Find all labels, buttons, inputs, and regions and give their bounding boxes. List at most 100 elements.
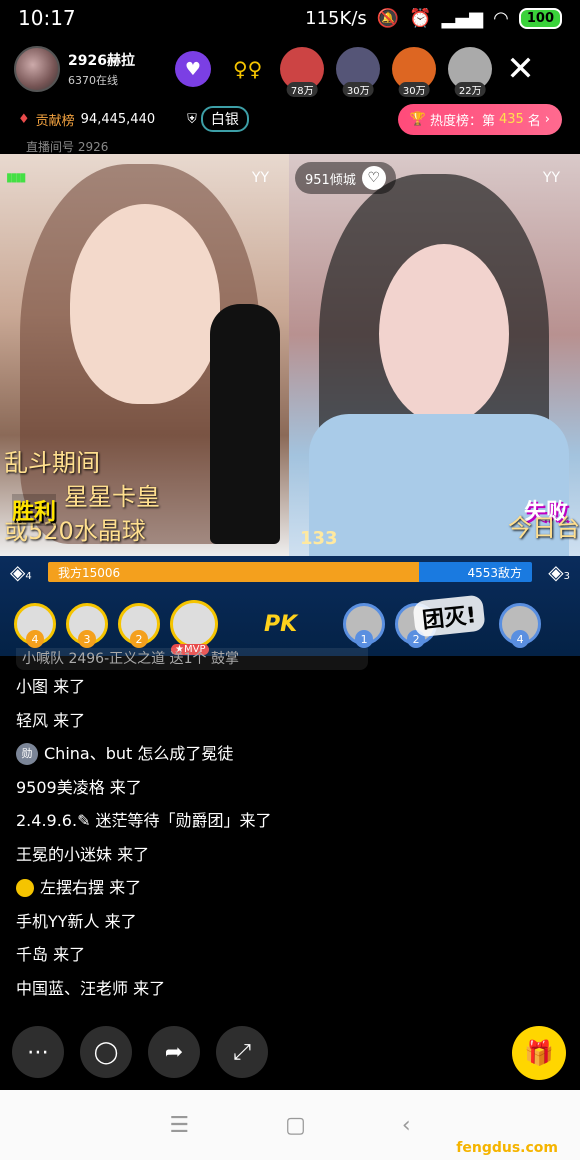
pk-video-area[interactable]: ▮▮▮▮ YY 乱斗期间 星星卡皇 或520水晶球 胜利 951倾城 ♡ YY … [0, 154, 580, 556]
mvp-avatar[interactable]: ★MVP [170, 600, 218, 655]
hot-suffix: 名 [527, 113, 541, 129]
brawl-line: 乱斗期间 [4, 449, 100, 477]
chat-text: 中国蓝、汪老师 来了 [16, 978, 166, 998]
yy-logo: YY [542, 170, 560, 186]
more-dots-icon: ⋯ [27, 1039, 49, 1065]
host-name: 2926赫拉 [68, 53, 135, 69]
contributor-avatar[interactable]: 4 [14, 603, 56, 648]
chat-message: 中国蓝、汪老师 来了 [16, 972, 576, 1006]
microphone-graphic [210, 304, 280, 544]
gift-button[interactable]: 🎁 [512, 1026, 566, 1080]
gift-icon: 🎁 [524, 1039, 554, 1067]
host-info[interactable]: 2926赫拉 6370在线 [68, 50, 135, 88]
info-row: ♦ 贡献榜 94,445,440 ⛨ 白银 🏆 热度榜：第 435 名 › [0, 103, 580, 135]
host-avatar[interactable] [14, 46, 60, 92]
hot-rank-button[interactable]: 🏆 热度榜：第 435 名 › [397, 103, 562, 135]
pk-scoreboard: ◈4 我方15006 4553敌方 ◈3 4 3 2 ★MVP PK 1 2 4 [0, 556, 580, 656]
stream-figure-face [70, 204, 220, 404]
signal-bars-icon: ▮▮▮▮ [6, 170, 26, 184]
opponent-name: 951倾城 [305, 172, 356, 188]
yy-logo: YY [251, 170, 269, 186]
contributor-rank: 1 [355, 630, 374, 648]
contributor-rank: 3 [78, 630, 96, 648]
follow-heart-button[interactable]: ♥ [174, 51, 211, 87]
share-arrow-icon: ➦ [164, 1039, 184, 1065]
follow-plus-icon[interactable]: ♡ [361, 166, 386, 190]
fan-count: 30万 [398, 82, 430, 97]
fan-avatar[interactable]: 78万 [280, 47, 325, 97]
watermark: fengdus.com [456, 1140, 558, 1156]
chat-text: 轻风 来了 [16, 710, 86, 730]
opponent-tag[interactable]: 951倾城 ♡ [295, 162, 396, 194]
pk-logo: PK [264, 611, 298, 637]
fan-avatar[interactable]: 30万 [392, 47, 437, 97]
enemy-contributor-avatar[interactable]: 1 [343, 603, 386, 648]
alarm-icon: ⏰ [409, 7, 432, 29]
enemy-contributor-avatar[interactable]: 4 [499, 603, 542, 648]
stream-figure-face [379, 244, 509, 424]
chat-text: 2.4.9.6.✎ 迷茫等待「勋爵团」来了 [16, 811, 272, 830]
close-icon[interactable]: ✕ [506, 52, 535, 86]
chat-message: 9509美凌格 来了 [16, 771, 576, 805]
fan-avatar[interactable]: 22万 [448, 47, 493, 97]
room-id: 直播间号 2926 [26, 140, 109, 154]
chat-text: 千岛 来了 [16, 945, 86, 964]
right-notice: 今日台 [508, 514, 580, 542]
chat-text: 左摆右摆 来了 [40, 878, 142, 897]
team-wipe-badge: 团灭! [412, 594, 486, 638]
fan-avatar[interactable]: 30万 [336, 47, 381, 97]
bottom-toolbar: ⋯ ◯ ➦ ⤢ [12, 1026, 268, 1078]
medal-icon: 勋 [16, 742, 38, 765]
gift-message: 小喊队 2496-正义之道 送1个 鼓掌 [16, 648, 368, 670]
right-stream[interactable]: 951倾城 ♡ YY 失败 [289, 154, 580, 556]
contributor-avatar[interactable]: 3 [66, 603, 108, 648]
right-rank-icon: ◈3 [548, 560, 570, 584]
network-speed: 115K/s [305, 7, 367, 29]
clock: 10:17 [18, 6, 76, 30]
rank-badge-label: 白银 [200, 106, 249, 132]
wifi-icon: ◠ [493, 7, 509, 29]
online-count: 6370在线 [68, 74, 118, 87]
our-score: 我方15006 [58, 566, 121, 580]
chat-text: 王冕的小迷妹 来了 [16, 844, 150, 864]
shield-icon: ⛨ [187, 111, 197, 127]
chat-bubble-icon: ◯ [93, 1039, 119, 1065]
trophy-icon: 🏆 [409, 111, 426, 127]
comment-button[interactable]: ◯ [80, 1026, 132, 1078]
contributor-rank: 4 [26, 630, 44, 648]
diamond-icon: ♦ [18, 111, 30, 127]
chat-list[interactable]: 小喊队 2496-正义之道 送1个 鼓掌 小图 来了 轻风 来了 勋 China、… [16, 648, 576, 1005]
fan-count: 30万 [342, 82, 374, 97]
enemy-score: 4553敌方 [467, 566, 522, 580]
right-rank-level: 3 [563, 571, 570, 582]
room-header: 2926赫拉 6370在线 ♥ ♀♀ 78万 30万 30万 22万 ✕ [0, 40, 580, 98]
chat-message: 轻风 来了 [16, 704, 576, 738]
top-fans-list: 78万 30万 30万 22万 [280, 47, 493, 97]
share-button[interactable]: ➦ [148, 1026, 200, 1078]
chat-message: 千岛 来了 [16, 938, 576, 972]
chat-message: 2.4.9.6.✎ 迷茫等待「勋爵团」来了 [16, 804, 576, 838]
more-button[interactable]: ⋯ [12, 1026, 64, 1078]
chat-message: 小图 来了 [16, 670, 576, 704]
smile-emoji-icon [16, 878, 34, 897]
chat-message: 勋 China、but 怎么成了冕徒 [16, 737, 576, 771]
contributor-avatar[interactable]: 2 [118, 603, 160, 648]
chat-text: 小图 来了 [16, 677, 86, 696]
fan-count: 78万 [286, 82, 318, 97]
status-bar: 10:17 115K/s 🔕 ⏰ ▂▄▆ ◠ 100 [0, 0, 580, 36]
back-icon[interactable]: ‹ [402, 1113, 411, 1138]
chat-text: China、but 怎么成了冕徒 [44, 744, 234, 763]
rank-badge[interactable]: ⛨ 白银 [187, 106, 249, 132]
contributor-rank: 2 [130, 630, 148, 648]
contrib-label[interactable]: 贡献榜 [36, 110, 75, 129]
signal-icon: ▂▄▆ [441, 7, 484, 29]
left-stream[interactable]: ▮▮▮▮ YY 乱斗期间 星星卡皇 或520水晶球 胜利 [0, 154, 289, 556]
fan-count: 22万 [454, 82, 486, 97]
guard-icon[interactable]: ♀♀ [233, 57, 262, 81]
chevron-right-icon: › [544, 111, 550, 127]
menu-icon[interactable]: ☰ [169, 1113, 189, 1138]
home-icon[interactable]: ▢ [285, 1113, 306, 1138]
fullscreen-button[interactable]: ⤢ [216, 1026, 268, 1078]
pk-progress-bar: 我方15006 4553敌方 [48, 562, 532, 582]
pk-contributor-slots: 4 3 2 ★MVP PK 1 2 4 [14, 600, 574, 655]
